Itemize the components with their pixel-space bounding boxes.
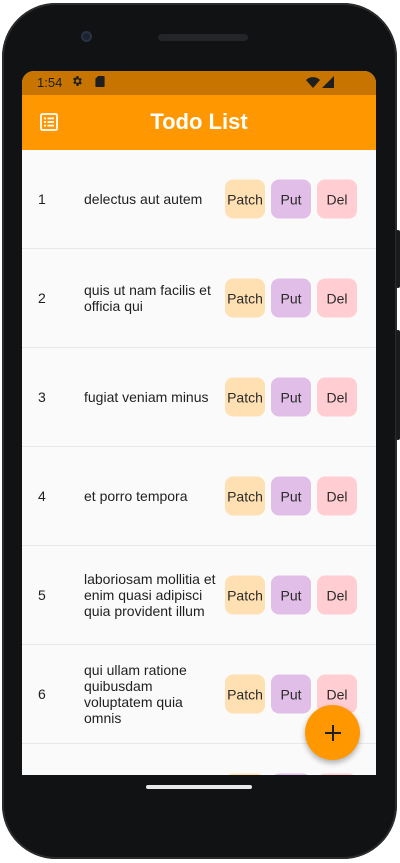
navigation-bar: [22, 775, 376, 815]
todo-row: 5 laboriosam mollitia et enim quasi adip…: [22, 546, 376, 645]
todo-title: laboriosam mollitia et enim quasi adipis…: [84, 571, 216, 619]
patch-button[interactable]: Patch: [225, 476, 265, 516]
put-button[interactable]: Put: [271, 179, 311, 219]
patch-button[interactable]: Patch: [225, 179, 265, 219]
todo-id: 1: [38, 191, 46, 207]
earpiece-speaker: [158, 34, 248, 41]
settings-icon: [73, 76, 82, 86]
todo-row: 2 quis ut nam facilis et officia qui Pat…: [22, 249, 376, 348]
put-button[interactable]: Put: [271, 575, 311, 615]
page-title: Todo List: [150, 109, 248, 134]
todo-title: delectus aut autem: [84, 191, 203, 207]
todo-list: 1 delectus aut autem Patch Put Del 2 qui…: [22, 150, 376, 775]
status-time: 1:54: [37, 75, 63, 90]
wifi-icon: [306, 77, 320, 88]
delete-button[interactable]: Del: [317, 377, 357, 417]
status-bar: 1:54: [22, 71, 376, 95]
delete-button[interactable]: Del: [317, 476, 357, 516]
plus-icon: [324, 724, 341, 741]
todo-id: 5: [38, 587, 46, 603]
todo-title: fugiat veniam minus: [84, 389, 209, 405]
todo-id: 3: [38, 389, 46, 405]
patch-button[interactable]: Patch: [225, 575, 265, 615]
add-todo-button[interactable]: [305, 705, 360, 760]
todo-row: 3 fugiat veniam minus Patch Put Del: [22, 348, 376, 447]
put-button[interactable]: Put: [271, 674, 311, 714]
volume-button: [396, 330, 400, 440]
put-button[interactable]: Put: [271, 278, 311, 318]
patch-button[interactable]: Patch: [225, 278, 265, 318]
delete-button[interactable]: Del: [317, 179, 357, 219]
front-camera: [81, 31, 92, 42]
app-screen: 1:54 Todo List 1 delectus aut autem Patc…: [22, 71, 376, 775]
signal-icon: [322, 76, 334, 88]
app-bar: Todo List: [22, 95, 376, 150]
todo-title: quis ut nam facilis et officia qui: [84, 282, 211, 314]
todo-id: 4: [38, 488, 46, 504]
sd-card-icon: [95, 76, 105, 87]
patch-button[interactable]: Patch: [225, 377, 265, 417]
home-gesture-pill[interactable]: [146, 785, 252, 789]
todo-title: qui ullam ratione quibusdam voluptatem q…: [84, 662, 187, 726]
put-button[interactable]: Put: [271, 377, 311, 417]
power-button: [396, 230, 400, 288]
delete-button[interactable]: Del: [317, 575, 357, 615]
delete-button[interactable]: Del: [317, 278, 357, 318]
todo-row: 4 et porro tempora Patch Put Del: [22, 447, 376, 546]
todo-row: 1 delectus aut autem Patch Put Del: [22, 150, 376, 249]
patch-button[interactable]: Patch: [225, 674, 265, 714]
put-button[interactable]: Put: [271, 476, 311, 516]
todo-title: et porro tempora: [84, 488, 188, 504]
todo-id: 6: [38, 686, 46, 702]
todo-id: 2: [38, 290, 46, 306]
